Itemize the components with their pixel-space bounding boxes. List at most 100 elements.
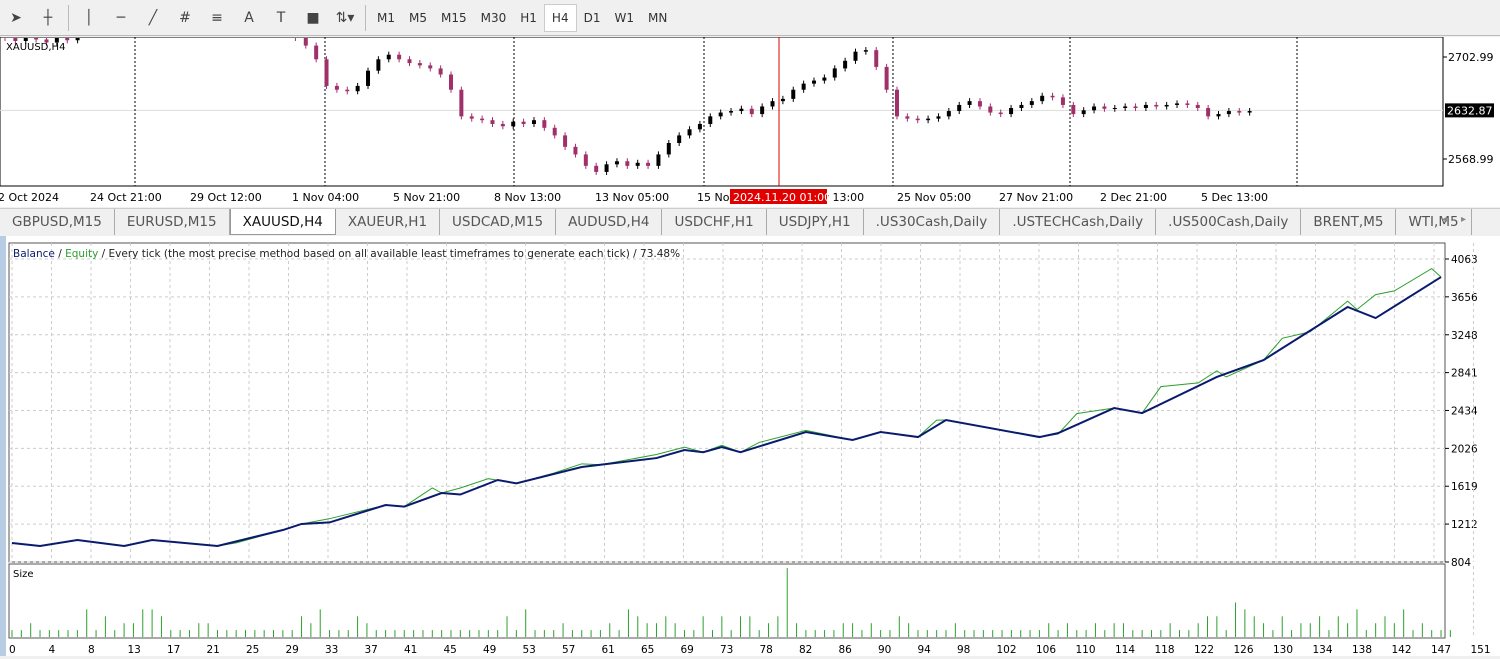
trendline-icon[interactable]: ╱ (137, 3, 169, 33)
x-tick-label: 21 (207, 644, 220, 656)
horizontal-line-icon[interactable]: ─ (105, 3, 137, 33)
candle (666, 143, 671, 155)
chart-tab[interactable]: AUDUSD,H4 (556, 209, 663, 235)
candle (832, 68, 837, 78)
x-tick-label: 130 (1273, 644, 1293, 656)
candle (407, 59, 412, 64)
candle (1060, 97, 1065, 105)
x-tick-label: 17 (167, 644, 180, 656)
candle (490, 120, 495, 124)
fibonacci-icon[interactable]: # (169, 3, 201, 33)
candle (656, 154, 661, 166)
candle (376, 59, 381, 71)
fibo-levels-icon[interactable]: ≡ (201, 3, 233, 33)
candle (770, 101, 775, 107)
candle (542, 120, 547, 128)
candle (397, 54, 402, 60)
time-label: 5 Nov 21:00 (393, 191, 460, 204)
time-label: 29 Oct 12:00 (190, 191, 262, 204)
chart-tab[interactable]: BRENT,M5 (1301, 209, 1397, 235)
x-tick-label: 90 (878, 644, 891, 656)
time-label: 8 Nov 13:00 (494, 191, 561, 204)
text-icon[interactable]: A (233, 3, 265, 33)
crosshair-icon[interactable]: ┼ (32, 3, 64, 33)
title-part: / (55, 248, 65, 260)
candle (438, 68, 443, 75)
timeframe-h1[interactable]: H1 (513, 4, 544, 32)
candle (998, 112, 1003, 115)
candle (1029, 101, 1034, 105)
timeframe-m5[interactable]: M5 (402, 4, 434, 32)
cursor-time-label: 2024.11.20 01:00 (733, 191, 831, 204)
tab-scroll-arrows[interactable]: ◂▸ (1442, 214, 1480, 225)
chart-tab[interactable]: .US500Cash,Daily (1156, 209, 1302, 235)
chart-tab[interactable]: EURUSD,M15 (115, 209, 230, 235)
vertical-line-icon[interactable]: │ (73, 3, 105, 33)
candle (314, 45, 319, 60)
timeframe-m15[interactable]: M15 (434, 4, 474, 32)
timeframe-mn[interactable]: MN (641, 4, 674, 32)
candle (1071, 104, 1076, 115)
timeframe-m30[interactable]: M30 (474, 4, 514, 32)
time-label: 24 Oct 21:00 (90, 191, 162, 204)
chart-tab[interactable]: .US30Cash,Daily (864, 209, 1001, 235)
chart-tab[interactable]: XAUEUR,H1 (336, 209, 441, 235)
price-chart[interactable]: XAUUSD,H4 2702.99 2568.99 2632.87 2 Oct 2024… (0, 36, 1500, 207)
candle (563, 135, 568, 147)
candle (977, 101, 982, 107)
chart-tab[interactable]: USDCAD,M15 (440, 209, 557, 235)
panel-edge (0, 236, 6, 656)
candle (65, 38, 70, 41)
candle (687, 129, 692, 136)
chart-tab[interactable]: USDCHF,H1 (662, 209, 767, 235)
candle (355, 85, 360, 92)
candle (324, 59, 329, 86)
graph-title: Balance / Equity / Every tick (the most … (13, 248, 680, 260)
y-tick-label: 804 (1451, 557, 1471, 569)
candle (1237, 111, 1242, 113)
candle (760, 106, 765, 115)
candle (1102, 106, 1107, 109)
candle (417, 63, 422, 66)
candle (946, 111, 951, 117)
arrows-icon[interactable]: ⇅▾ (329, 3, 361, 33)
time-label: 13 Nov 05:00 (595, 191, 669, 204)
time-label: 2 Dec 21:00 (1100, 191, 1167, 204)
x-tick-label: 147 (1431, 644, 1451, 656)
x-tick-label: 49 (483, 644, 496, 656)
candle (386, 54, 391, 60)
rectangle-icon[interactable]: ■ (297, 3, 329, 33)
timeframe-w1[interactable]: W1 (607, 4, 641, 32)
candle (1050, 95, 1055, 98)
x-tick-label: 41 (404, 644, 417, 656)
time-label: 5 Dec 13:00 (1201, 191, 1268, 204)
chart-tab[interactable]: XAUUSD,H4 (229, 209, 336, 235)
cursor-icon[interactable]: ➤ (0, 3, 32, 33)
timeframe-m1[interactable]: M1 (370, 4, 402, 32)
candle (1143, 104, 1148, 108)
candle (1195, 104, 1200, 108)
x-tick-label: 134 (1313, 644, 1333, 656)
chart-tab[interactable]: .USTECHCash,Daily (1000, 209, 1157, 235)
timeframe-h4[interactable]: H4 (543, 3, 577, 32)
x-tick-label: 29 (286, 644, 299, 656)
chart-tab[interactable]: USDJPY,H1 (767, 209, 864, 235)
x-tick-label: 82 (799, 644, 812, 656)
candle (480, 118, 485, 121)
candle (791, 89, 796, 99)
candle (1081, 110, 1086, 115)
candle (13, 38, 18, 42)
size-panel (8, 563, 1446, 639)
chart-tab[interactable]: GBPUSD,M15 (0, 209, 115, 235)
x-tick-label: 94 (918, 644, 932, 656)
x-tick-label: 33 (325, 644, 338, 656)
candle (1185, 103, 1190, 105)
timeframe-d1[interactable]: D1 (577, 4, 608, 32)
text-label-icon[interactable]: T (265, 3, 297, 33)
x-tick-label: 8 (88, 644, 95, 656)
candle (1175, 103, 1180, 105)
x-tick-label: 65 (641, 644, 654, 656)
candle (780, 98, 785, 102)
candle (1226, 111, 1231, 115)
x-tick-label: 122 (1194, 644, 1214, 656)
